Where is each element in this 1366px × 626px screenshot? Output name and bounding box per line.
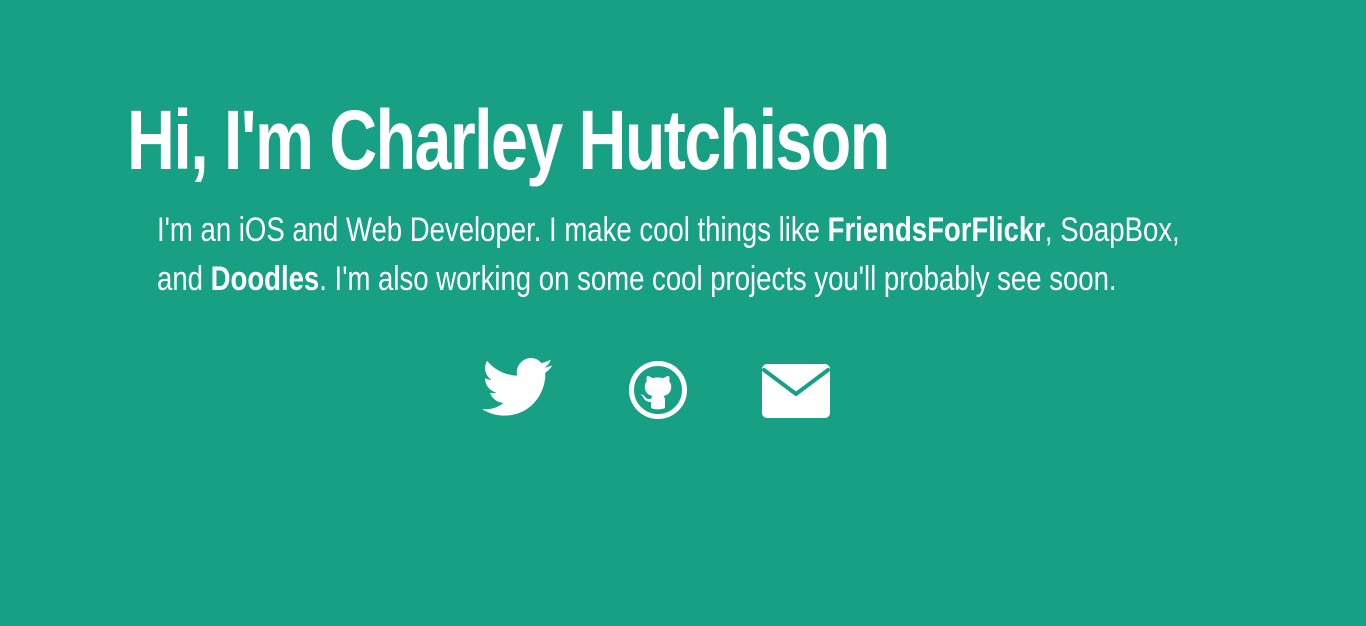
email-link[interactable]	[762, 364, 830, 418]
page: Hi, I'm Charley Hutchison I'm an iOS and…	[0, 0, 1366, 626]
github-icon	[629, 361, 687, 419]
twitter-link[interactable]	[482, 358, 554, 418]
social-links	[0, 358, 1366, 422]
bio-intro-text: I'm an iOS and Web Developer. I make coo…	[157, 211, 828, 249]
doodles-label: Doodles	[210, 260, 320, 298]
bio-paragraph: I'm an iOS and Web Developer. I make coo…	[157, 206, 1194, 304]
soapbox-text: SoapBox	[1060, 211, 1173, 249]
mail-icon	[762, 364, 830, 418]
friendsforflickr-link[interactable]: FriendsForFlickr	[828, 211, 1045, 249]
twitter-icon	[482, 358, 553, 416]
github-link[interactable]	[628, 360, 688, 420]
doodles-link[interactable]: Doodles	[211, 260, 320, 298]
friendsforflickr-label: FriendsForFlickr	[827, 211, 1045, 249]
bio-separator-1: ,	[1044, 211, 1061, 249]
bio-outro-text: . I'm also working on some cool projects…	[319, 260, 1117, 298]
page-title: Hi, I'm Charley Hutchison	[127, 93, 890, 187]
